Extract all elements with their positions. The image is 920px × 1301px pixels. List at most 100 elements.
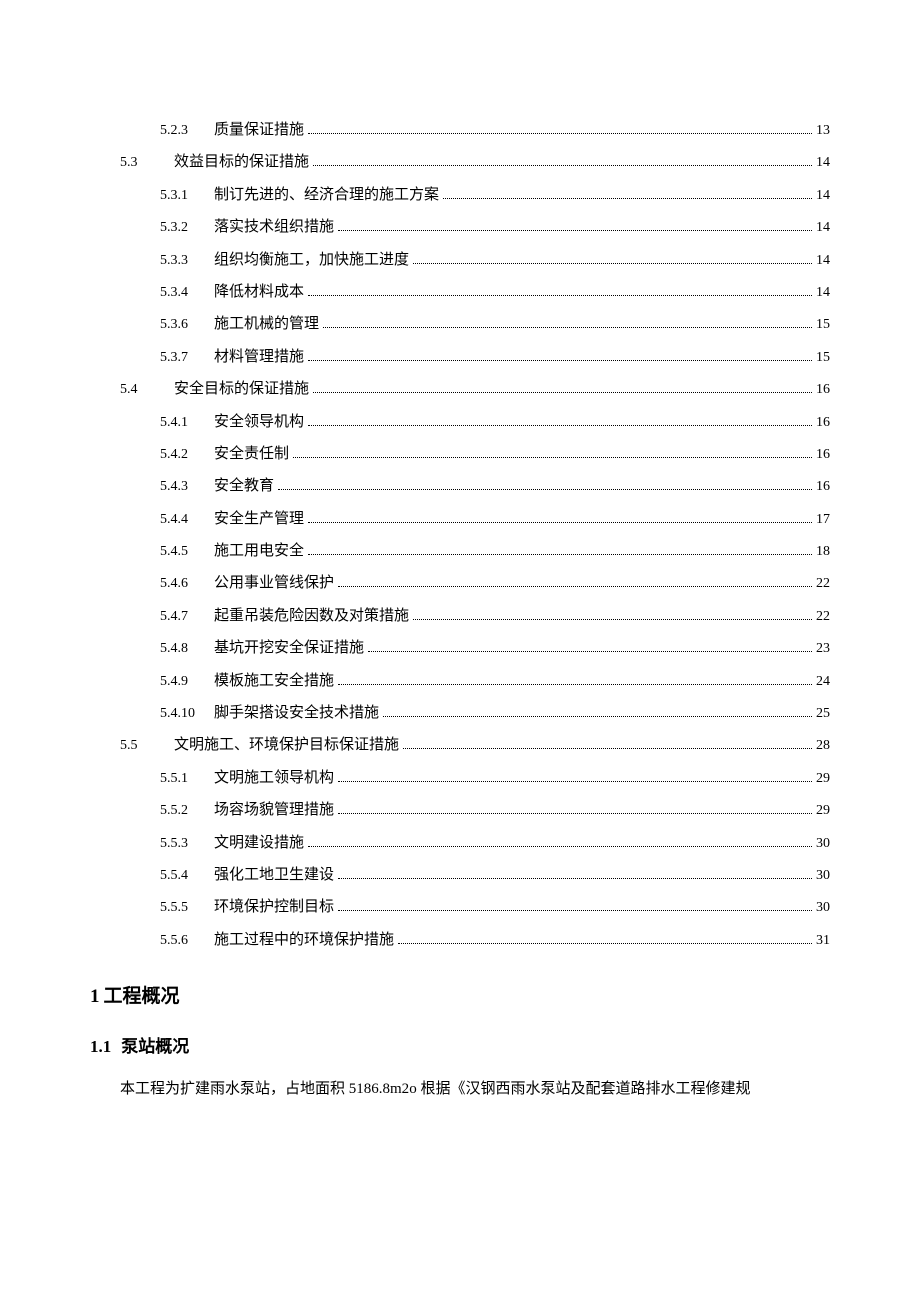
toc-page-number: 17 [816, 509, 830, 531]
toc-title: 组织均衡施工，加快施工进度 [214, 248, 409, 272]
toc-title: 环境保护控制目标 [214, 895, 334, 919]
toc-leader-dots [413, 619, 812, 620]
toc-number: 5.4 [120, 379, 162, 401]
para-area: 5186.8m2 [349, 1081, 409, 1097]
toc-entry: 5.3.7材料管理措施15 [160, 345, 830, 369]
toc-leader-dots [338, 684, 812, 685]
toc-entry: 5.3.3 组织均衡施工，加快施工进度 14 [160, 248, 830, 272]
toc-entry: 5.4.10 脚手架搭设安全技术措施 25 [160, 701, 830, 725]
toc-number: 5.4.3 [160, 476, 202, 498]
toc-number: 5.3.4 [160, 282, 202, 304]
toc-number: 5.3.3 [160, 250, 202, 272]
toc-leader-dots [278, 489, 812, 490]
toc-page-number: 13 [816, 120, 830, 142]
toc-entry: 5.4.2安全责任制16 [160, 442, 830, 466]
toc-page-number: 30 [816, 865, 830, 887]
para-text: 本工程为扩建雨水泵站，占地面积 [120, 1081, 349, 1097]
toc-title: 脚手架搭设安全技术措施 [214, 701, 379, 725]
toc-number: 5.3.1 [160, 185, 202, 207]
subsection-number: 1.1 [90, 1037, 111, 1056]
toc-leader-dots [398, 943, 812, 944]
toc-number: 5.5.2 [160, 800, 202, 822]
toc-leader-dots [313, 392, 812, 393]
toc-entry: 5.3.1 制订先进的、经济合理的施工方案 14 [160, 183, 830, 207]
toc-page-number: 14 [816, 185, 830, 207]
toc-number: 5.5 [120, 735, 162, 757]
toc-number: 5.4.10 [160, 703, 202, 725]
section-number: 1 [90, 986, 100, 1007]
toc-title: 安全领导机构 [214, 410, 304, 434]
toc-title: 制订先进的、经济合理的施工方案 [214, 183, 439, 207]
toc-page-number: 23 [816, 638, 830, 660]
toc-leader-dots [338, 878, 812, 879]
body-paragraph: 本工程为扩建雨水泵站，占地面积 5186.8m2o 根据《汉钢西雨水泵站及配套道… [90, 1074, 830, 1104]
toc-page-number: 18 [816, 541, 830, 563]
toc-page-number: 22 [816, 573, 830, 595]
toc-page-number: 29 [816, 800, 830, 822]
toc-number: 5.3.6 [160, 314, 202, 336]
toc-title: 公用事业管线保护 [214, 571, 334, 595]
toc-title: 文明施工、环境保护目标保证措施 [174, 733, 399, 757]
toc-title: 基坑开挖安全保证措施 [214, 636, 364, 660]
toc-entry: 5.5.2 场容场貌管理措施 29 [160, 798, 830, 822]
toc-entry: 5.4安全目标的保证措施16 [120, 377, 830, 401]
toc-entry: 5.3.4 降低材料成本 14 [160, 280, 830, 304]
toc-page-number: 25 [816, 703, 830, 725]
toc-entry: 5.5.3文明建设措施30 [160, 831, 830, 855]
toc-title: 安全目标的保证措施 [174, 377, 309, 401]
toc-leader-dots [403, 748, 812, 749]
toc-number: 5.5.6 [160, 930, 202, 952]
toc-entry: 5.3.2落实技术组织措施14 [160, 215, 830, 239]
toc-leader-dots [338, 781, 812, 782]
toc-page-number: 29 [816, 768, 830, 790]
toc-leader-dots [413, 263, 812, 264]
toc-page-number: 14 [816, 282, 830, 304]
toc-number: 5.2.3 [160, 120, 202, 142]
toc-entry: 5.4.8基坑开挖安全保证措施23 [160, 636, 830, 660]
toc-entry: 5.4.7起重吊装危险因数及对策措施22 [160, 604, 830, 628]
toc-leader-dots [308, 133, 812, 134]
toc-title: 施工过程中的环境保护措施 [214, 928, 394, 952]
toc-entry: 5.4.5施工用电安全18 [160, 539, 830, 563]
toc-leader-dots [368, 651, 812, 652]
toc-page-number: 14 [816, 250, 830, 272]
toc-title: 文明施工领导机构 [214, 766, 334, 790]
toc-leader-dots [293, 457, 812, 458]
toc-number: 5.3.7 [160, 347, 202, 369]
toc-title: 施工机械的管理 [214, 312, 319, 336]
toc-title: 质量保证措施 [214, 118, 304, 142]
toc-title: 文明建设措施 [214, 831, 304, 855]
toc-number: 5.4.2 [160, 444, 202, 466]
toc-number: 5.4.5 [160, 541, 202, 563]
toc-title: 安全生产管理 [214, 507, 304, 531]
toc-number: 5.4.9 [160, 671, 202, 693]
toc-entry: 5.4.1 安全领导机构 16 [160, 410, 830, 434]
toc-page-number: 14 [816, 152, 830, 174]
toc-number: 5.4.1 [160, 412, 202, 434]
toc-page-number: 16 [816, 412, 830, 434]
toc-entry: 5.4.9模板施工安全措施24 [160, 669, 830, 693]
toc-title: 安全教育 [214, 474, 274, 498]
toc-title: 降低材料成本 [214, 280, 304, 304]
toc-entry: 5.5.6施工过程中的环境保护措施31 [160, 928, 830, 952]
toc-leader-dots [338, 910, 812, 911]
toc-number: 5.4.6 [160, 573, 202, 595]
toc-page-number: 15 [816, 347, 830, 369]
toc-leader-dots [323, 327, 812, 328]
subsection-1-1-heading: 1.1 泵站概况 [90, 1033, 830, 1060]
toc-number: 5.3 [120, 152, 162, 174]
toc-number: 5.5.1 [160, 768, 202, 790]
toc-leader-dots [313, 165, 812, 166]
subsection-title: 泵站概况 [121, 1037, 189, 1056]
toc-page-number: 28 [816, 735, 830, 757]
toc-leader-dots [338, 230, 812, 231]
toc-number: 5.5.5 [160, 897, 202, 919]
toc-title: 起重吊装危险因数及对策措施 [214, 604, 409, 628]
toc-title: 场容场貌管理措施 [214, 798, 334, 822]
toc-title: 效益目标的保证措施 [174, 150, 309, 174]
toc-title: 安全责任制 [214, 442, 289, 466]
toc-number: 5.5.4 [160, 865, 202, 887]
section-title: 工程概况 [104, 986, 180, 1007]
toc-entry: 5.4.3安全教育16 [160, 474, 830, 498]
toc-page-number: 30 [816, 897, 830, 919]
